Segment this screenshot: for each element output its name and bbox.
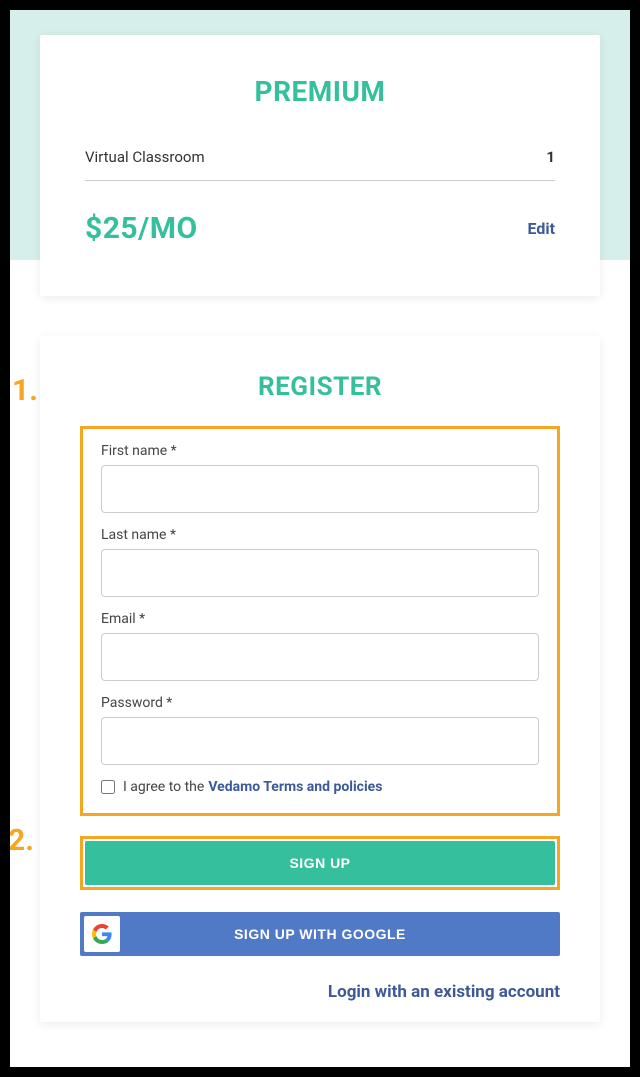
last-name-input[interactable] (101, 549, 539, 597)
premium-title: PREMIUM (85, 75, 555, 108)
plan-item-label: Virtual Classroom (85, 148, 205, 166)
signup-button[interactable]: SIGN UP (85, 841, 555, 885)
email-input[interactable] (101, 633, 539, 681)
step-2-marker: 2. (10, 826, 34, 856)
password-label: Password * (101, 695, 539, 711)
google-signup-label: SIGN UP WITH GOOGLE (234, 926, 406, 942)
register-title: REGISTER (80, 372, 560, 402)
plan-item-qty: 1 (546, 148, 555, 166)
password-input[interactable] (101, 717, 539, 765)
register-form-box: First name * Last name * Email * Passwor… (80, 426, 560, 816)
plan-item-row: Virtual Classroom 1 (85, 148, 555, 181)
agree-text: I agree to the (123, 779, 204, 795)
signup-button-wrap: SIGN UP (80, 836, 560, 890)
register-card: 1. REGISTER First name * Last name * Ema… (40, 336, 600, 1022)
plan-price: $25/MO (85, 211, 198, 246)
google-icon (84, 916, 120, 952)
first-name-label: First name * (101, 443, 539, 459)
agree-checkbox[interactable] (101, 780, 115, 794)
first-name-input[interactable] (101, 465, 539, 513)
email-label: Email * (101, 611, 539, 627)
last-name-label: Last name * (101, 527, 539, 543)
terms-link[interactable]: Vedamo Terms and policies (208, 779, 382, 795)
step-1-marker: 1. (12, 376, 38, 406)
edit-link[interactable]: Edit (527, 219, 555, 238)
login-link[interactable]: Login with an existing account (80, 982, 560, 1002)
premium-card: PREMIUM Virtual Classroom 1 $25/MO Edit (40, 35, 600, 296)
google-signup-button[interactable]: SIGN UP WITH GOOGLE (80, 912, 560, 956)
